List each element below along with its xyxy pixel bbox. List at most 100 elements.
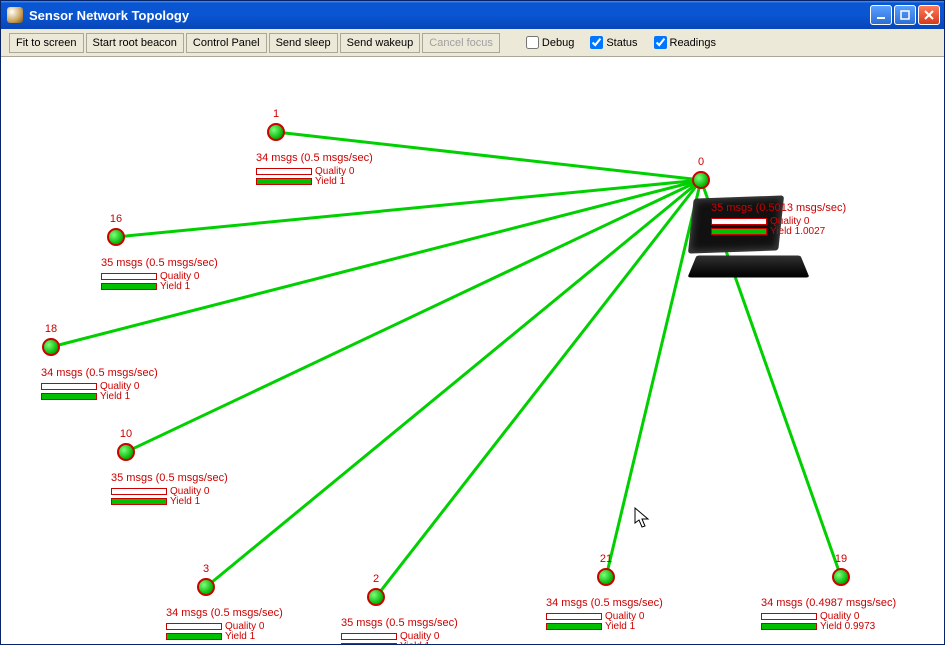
bar-label: Yield 1 [400,641,430,645]
node-bars: Quality 0Yield 1 [546,611,663,631]
status-checkbox[interactable] [590,36,603,49]
topology-canvas[interactable]: 035 msgs (0.5013 msgs/sec)Quality 0Yield… [1,57,944,644]
yield-bar: Yield 1 [41,391,158,401]
node-msgs-label: 34 msgs (0.5 msgs/sec) [256,152,373,164]
node-info: 35 msgs (0.5013 msgs/sec) Quality 0Yield … [711,202,846,236]
readings-label: Readings [670,37,716,49]
node-info: 34 msgs (0.5 msgs/sec) Quality 0Yield 1 [166,607,283,641]
quality-bar: Quality 0 [341,631,458,641]
node-bars: Quality 0Yield 1 [41,381,158,401]
minimize-button[interactable] [870,5,892,25]
node-id-label: 2 [373,573,379,585]
edge [206,180,701,587]
control-panel-button[interactable]: Control Panel [186,33,267,53]
sensor-node-16[interactable] [107,228,125,246]
readings-checkbox[interactable] [654,36,667,49]
cancel-focus-button: Cancel focus [422,33,500,53]
bar-label: Yield 1 [605,621,635,632]
sensor-node-1[interactable] [267,123,285,141]
sensor-node-18[interactable] [42,338,60,356]
node-bars: Quality 0Yield 1 [341,631,458,644]
edge [126,180,701,452]
close-icon [924,10,934,20]
bar-label: Yield 1 [100,391,130,402]
status-label: Status [606,37,637,49]
node-msgs-label: 34 msgs (0.5 msgs/sec) [546,597,663,609]
minimize-icon [876,10,886,20]
node-id-label: 21 [600,553,612,565]
root-node[interactable] [692,171,710,189]
quality-bar: Quality 0 [111,486,228,496]
node-info: 35 msgs (0.5 msgs/sec) Quality 0Yield 1 [111,472,228,506]
edge [116,180,701,237]
node-info: 34 msgs (0.4987 msgs/sec) Quality 0Yield … [761,597,896,631]
node-bars: Quality 0Yield 1 [166,621,283,641]
yield-bar: Yield 1 [166,631,283,641]
node-id-label: 16 [110,213,122,225]
yield-bar: Yield 1 [256,176,373,186]
node-msgs-label: 34 msgs (0.5 msgs/sec) [41,367,158,379]
node-info: 34 msgs (0.5 msgs/sec) Quality 0Yield 1 [256,152,373,186]
send-sleep-button[interactable]: Send sleep [269,33,338,53]
mouse-cursor-icon [634,507,650,529]
app-window: Sensor Network Topology Fit to screen St… [0,0,945,645]
yield-bar: Yield 1 [111,496,228,506]
start-root-beacon-button[interactable]: Start root beacon [86,33,184,53]
edge-layer [1,57,944,644]
debug-checkbox[interactable] [526,36,539,49]
node-id-label: 1 [273,108,279,120]
node-info: 35 msgs (0.5 msgs/sec) Quality 0Yield 1 [341,617,458,644]
quality-bar: Quality 0 [711,216,846,226]
node-bars: Quality 0Yield 1.0027 [711,216,846,236]
quality-bar: Quality 0 [546,611,663,621]
quality-bar: Quality 0 [256,166,373,176]
node-bars: Quality 0Yield 1 [256,166,373,186]
send-wakeup-button[interactable]: Send wakeup [340,33,421,53]
readings-checkbox-wrap[interactable]: Readings [650,33,716,52]
maximize-button[interactable] [894,5,916,25]
yield-bar: Yield 1 [101,281,218,291]
node-bars: Quality 0Yield 1 [101,271,218,291]
node-msgs-label: 35 msgs (0.5 msgs/sec) [101,257,218,269]
java-app-icon [7,7,23,23]
yield-bar: Yield 1 [341,641,458,644]
yield-bar: Yield 1.0027 [711,226,846,236]
maximize-icon [900,10,910,20]
node-id-label: 10 [120,428,132,440]
quality-bar: Quality 0 [761,611,896,621]
sensor-node-10[interactable] [117,443,135,461]
sensor-node-19[interactable] [832,568,850,586]
bar-label: Yield 0.9973 [820,621,875,632]
node-msgs-label: 35 msgs (0.5 msgs/sec) [111,472,228,484]
debug-label: Debug [542,37,574,49]
node-info: 34 msgs (0.5 msgs/sec) Quality 0Yield 1 [41,367,158,401]
close-button[interactable] [918,5,940,25]
bar-label: Yield 1 [225,631,255,642]
node-id-label: 3 [203,563,209,575]
titlebar: Sensor Network Topology [1,1,944,29]
window-controls [870,5,944,25]
node-msgs-label: 35 msgs (0.5013 msgs/sec) [711,202,846,214]
edge [606,180,701,577]
quality-bar: Quality 0 [166,621,283,631]
yield-bar: Yield 1 [546,621,663,631]
bar-label: Yield 1 [315,176,345,187]
edge [376,180,701,597]
sensor-node-3[interactable] [197,578,215,596]
node-info: 35 msgs (0.5 msgs/sec) Quality 0Yield 1 [101,257,218,291]
node-msgs-label: 34 msgs (0.5 msgs/sec) [166,607,283,619]
window-title: Sensor Network Topology [29,8,870,23]
yield-bar: Yield 0.9973 [761,621,896,631]
status-checkbox-wrap[interactable]: Status [586,33,637,52]
bar-label: Yield 1 [170,496,200,507]
quality-bar: Quality 0 [41,381,158,391]
toolbar: Fit to screen Start root beacon Control … [1,29,944,57]
node-msgs-label: 34 msgs (0.4987 msgs/sec) [761,597,896,609]
debug-checkbox-wrap[interactable]: Debug [522,33,574,52]
bar-label: Yield 1 [160,281,190,292]
sensor-node-21[interactable] [597,568,615,586]
sensor-node-2[interactable] [367,588,385,606]
fit-to-screen-button[interactable]: Fit to screen [9,33,84,53]
node-msgs-label: 35 msgs (0.5 msgs/sec) [341,617,458,629]
quality-bar: Quality 0 [101,271,218,281]
